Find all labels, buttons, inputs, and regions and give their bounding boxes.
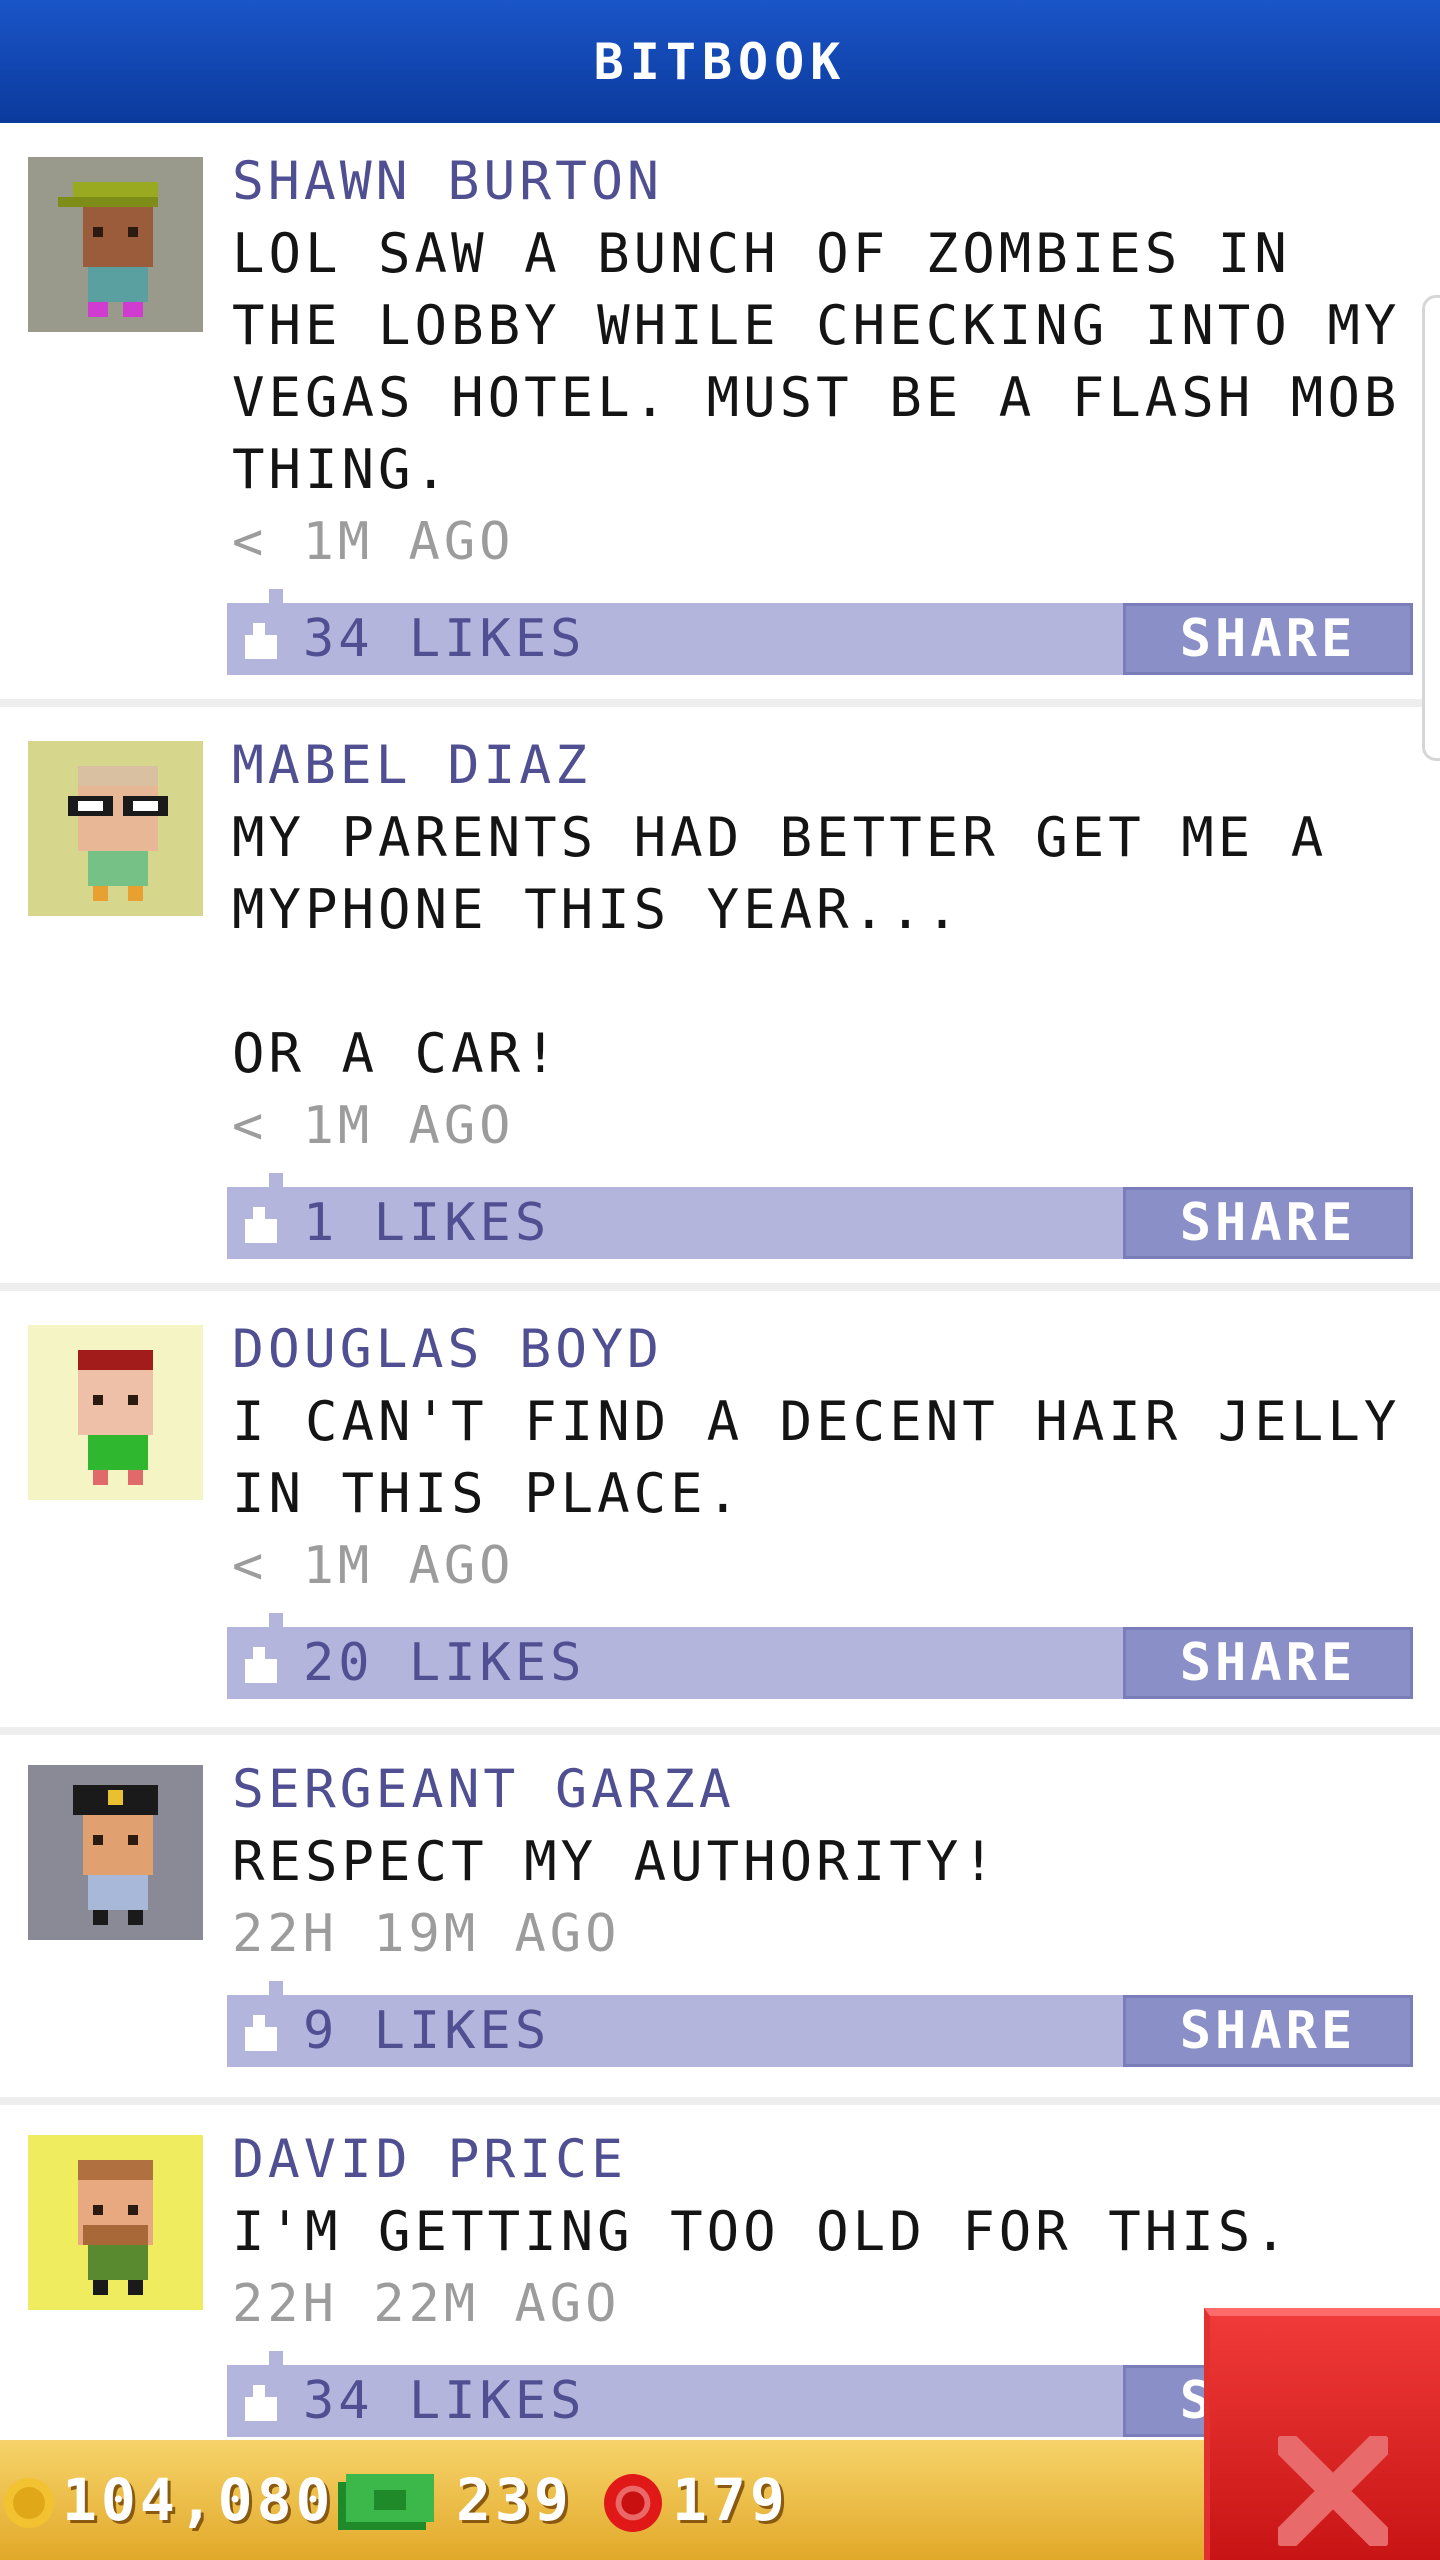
thumbs-up-icon[interactable] (241, 1647, 281, 1683)
coins-count: 104,080 (62, 2466, 335, 2534)
bux-count: 239 (456, 2466, 573, 2534)
post-author[interactable]: SHAWN BURTON (232, 145, 663, 218)
like-bar-nub (269, 1981, 283, 1995)
coin-icon (4, 2478, 54, 2528)
post-author[interactable]: DOUGLAS BOYD (232, 1313, 663, 1386)
share-button[interactable]: SHARE (1123, 603, 1413, 675)
avatar-douglas-boyd-image (28, 1325, 203, 1500)
thumbs-up-icon[interactable] (241, 2015, 281, 2051)
post-time: < 1M AGO (232, 1096, 515, 1156)
post-author[interactable]: SERGEANT GARZA (232, 1753, 735, 1826)
post-text: RESPECT MY AUTHORITY! (232, 1830, 999, 1893)
avatar-douglas-boyd (28, 1325, 203, 1500)
like-bar: 34 LIKES SHARE (227, 589, 1413, 675)
feed[interactable]: SHAWN BURTON LOL SAW A BUNCH OF ZOMBIES … (0, 123, 1440, 2440)
share-button[interactable]: SHARE (1123, 1187, 1413, 1259)
avatar-david-price-image (28, 2135, 203, 2310)
post-author[interactable]: DAVID PRICE (232, 2123, 627, 2196)
likes-count[interactable]: 1 LIKES (303, 1187, 550, 1259)
share-button[interactable]: SHARE (1123, 1627, 1413, 1699)
close-button[interactable] (1204, 2308, 1440, 2560)
thumbs-up-icon[interactable] (241, 1207, 281, 1243)
likes-count[interactable]: 34 LIKES (303, 2365, 585, 2437)
avatar-mabel-diaz (28, 741, 203, 916)
post-sergeant-garza: SERGEANT GARZA RESPECT MY AUTHORITY! 22H… (0, 1731, 1440, 2105)
post-author[interactable]: MABEL DIAZ (232, 729, 591, 802)
post-mabel-diaz: MABEL DIAZ MY PARENTS HAD BETTER GET ME … (0, 707, 1440, 1291)
like-bar: 20 LIKES SHARE (227, 1613, 1413, 1699)
thumbs-up-icon[interactable] (241, 2385, 281, 2421)
avatar-david-price (28, 2135, 203, 2310)
like-bar-nub (269, 2351, 283, 2365)
avatar-sergeant-garza (28, 1765, 203, 1940)
app-header: BITBOOK (0, 0, 1440, 123)
share-button[interactable]: SHARE (1123, 1995, 1413, 2067)
likes-count[interactable]: 20 LIKES (303, 1627, 585, 1699)
likes-count[interactable]: 34 LIKES (303, 603, 585, 675)
like-bar-nub (269, 1613, 283, 1627)
post-time: 22H 22M AGO (232, 2274, 621, 2334)
post-text: I'M GETTING TOO OLD FOR THIS. (232, 2200, 1291, 2263)
post-time: < 1M AGO (232, 512, 515, 572)
likes-count[interactable]: 9 LIKES (303, 1995, 550, 2067)
avatar-shawn-burton-image (28, 157, 203, 332)
thumbs-up-icon[interactable] (241, 623, 281, 659)
post-shawn-burton: SHAWN BURTON LOL SAW A BUNCH OF ZOMBIES … (0, 123, 1440, 707)
like-bar-nub (269, 1173, 283, 1187)
close-icon (1278, 2436, 1388, 2546)
post-douglas-boyd: DOUGLAS BOYD I CAN'T FIND A DECENT HAIR … (0, 1291, 1440, 1735)
post-text: LOL SAW A BUNCH OF ZOMBIES IN THE LOBBY … (232, 222, 1401, 501)
avatar-shawn-burton (28, 157, 203, 332)
like-bar: 9 LIKES SHARE (227, 1981, 1413, 2067)
bux-bill-icon (338, 2474, 434, 2530)
post-time: < 1M AGO (232, 1536, 515, 1596)
app-title: BITBOOK (593, 32, 847, 91)
side-scroll-tab[interactable] (1422, 295, 1440, 761)
chips-count: 179 (672, 2466, 789, 2534)
post-divider (0, 699, 1440, 707)
like-bar-nub (269, 589, 283, 603)
poker-chip-icon (604, 2474, 662, 2532)
like-bar: 1 LIKES SHARE (227, 1173, 1413, 1259)
avatar-sergeant-garza-image (28, 1765, 203, 1940)
post-text: MY PARENTS HAD BETTER GET ME A MYPHONE T… (232, 806, 1328, 1085)
avatar-mabel-diaz-image (28, 741, 203, 916)
post-divider (0, 1283, 1440, 1291)
post-text: I CAN'T FIND A DECENT HAIR JELLY IN THIS… (232, 1390, 1401, 1525)
post-time: 22H 19M AGO (232, 1904, 621, 1964)
